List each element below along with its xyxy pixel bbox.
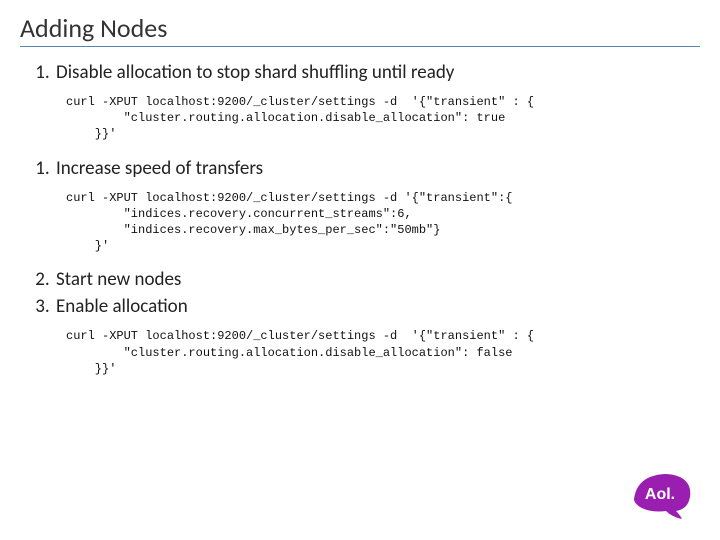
code-disable-allocation: curl -XPUT localhost:9200/_cluster/setti… (66, 94, 700, 143)
aol-logo-text: Aol. (645, 486, 675, 503)
step-increase-speed: Increase speed of transfers (54, 157, 700, 180)
step-start-nodes: Start new nodes (54, 268, 700, 291)
step-list-a: Disable allocation to stop shard shuffli… (20, 61, 700, 84)
step-enable-allocation: Enable allocation (54, 295, 700, 318)
code-increase-speed: curl -XPUT localhost:9200/_cluster/setti… (66, 190, 700, 255)
code-enable-allocation: curl -XPUT localhost:9200/_cluster/setti… (66, 328, 700, 377)
step-list-b: Increase speed of transfers (20, 157, 700, 180)
step-list-c: Start new nodes Enable allocation (20, 268, 700, 318)
page-title: Adding Nodes (20, 12, 700, 47)
step-disable-allocation: Disable allocation to stop shard shuffli… (54, 61, 700, 84)
aol-logo: Aol. (632, 469, 702, 526)
